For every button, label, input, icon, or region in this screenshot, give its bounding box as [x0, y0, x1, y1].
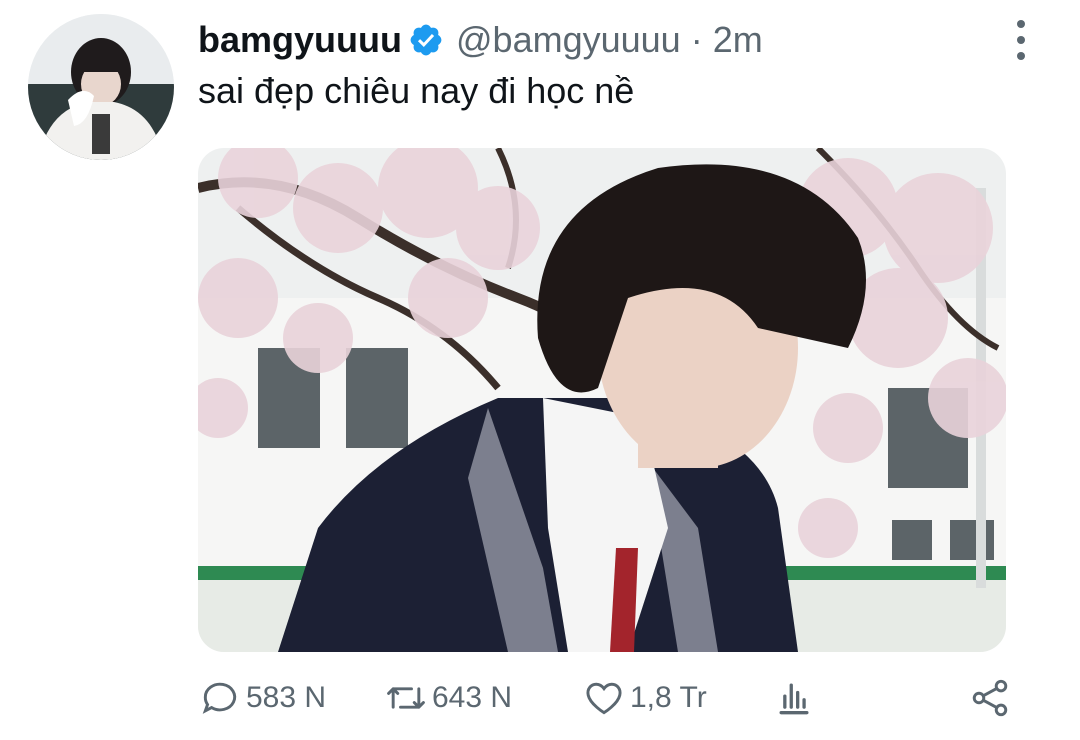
more-dot	[1017, 52, 1025, 60]
analytics-icon	[779, 683, 809, 715]
retweet-button[interactable]: 643 N	[384, 672, 512, 724]
like-button[interactable]: 1,8 Tr	[582, 672, 707, 724]
tweet-photo[interactable]	[198, 148, 1006, 652]
more-dot	[1017, 36, 1025, 44]
analytics-button[interactable]	[772, 672, 816, 724]
avatar[interactable]	[28, 14, 174, 160]
reply-icon	[202, 682, 237, 714]
photo-image	[198, 148, 1006, 652]
more-options-button[interactable]	[1006, 20, 1036, 60]
more-vertical-icon	[1017, 20, 1025, 28]
tweet: bamgyuuuu @bamgyuuuu · 2m sai đẹp chiêu …	[0, 0, 1080, 740]
retweet-icon	[387, 687, 425, 709]
like-count: 1,8 Tr	[630, 681, 707, 714]
retweet-count: 643 N	[432, 681, 513, 714]
reply-count: 583 N	[246, 681, 327, 714]
share-button[interactable]	[968, 672, 1012, 724]
user-handle[interactable]: @bamgyuuuu	[456, 19, 681, 61]
avatar-image	[28, 14, 174, 160]
verified-badge-icon	[410, 24, 442, 56]
separator-dot: ·	[690, 19, 703, 60]
tweet-actions: 583 N 643 N 1,8 Tr	[198, 672, 1018, 724]
reply-button[interactable]: 583 N	[198, 672, 326, 724]
display-name[interactable]: bamgyuuuu	[198, 19, 402, 61]
share-icon	[972, 679, 1008, 717]
tweet-text: sai đẹp chiêu nay đi học nề	[198, 70, 635, 111]
tweet-header: bamgyuuuu @bamgyuuuu · 2m	[198, 14, 763, 66]
timestamp[interactable]: 2m	[713, 19, 763, 61]
heart-icon	[586, 682, 622, 715]
